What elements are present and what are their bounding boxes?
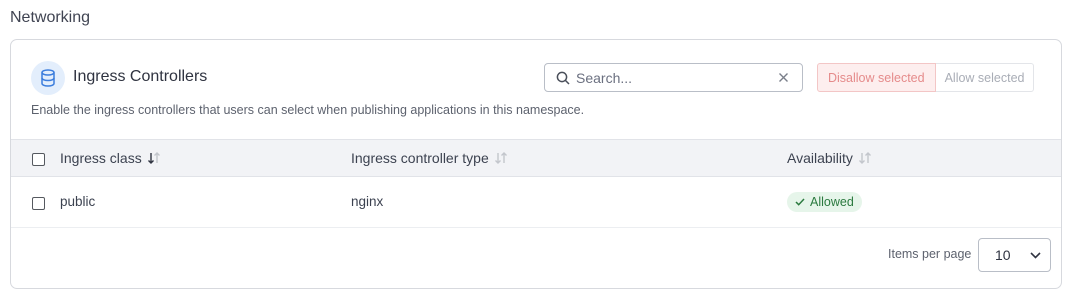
row-checkbox[interactable] [32,197,45,210]
cell-ingress-class: public [60,194,96,209]
select-all-checkbox[interactable] [32,153,45,166]
sort-icon [494,152,508,164]
cell-ingress-controller-type: nginx [351,194,384,209]
card-title: Ingress Controllers [73,68,208,85]
clear-search-icon[interactable] [778,72,789,83]
check-icon [795,198,805,206]
table-row[interactable]: public nginx Allowed [11,177,1061,228]
card-header: Ingress Controllers Enable the ingress c… [11,40,1061,140]
column-label: Ingress controller type [351,150,489,166]
ingress-controllers-card: Ingress Controllers Enable the ingress c… [10,39,1062,289]
card-description: Enable the ingress controllers that user… [31,103,585,117]
search-input[interactable] [570,64,778,91]
column-header-ingress-controller-type[interactable]: Ingress controller type [351,150,508,166]
table-footer: Items per page 10 [11,228,1061,288]
status-badge: Allowed [787,192,862,212]
search-icon [556,71,570,85]
column-label: Availability [787,150,853,166]
allow-selected-button[interactable]: Allow selected [935,63,1035,92]
chevron-down-icon [1030,251,1041,259]
items-per-page-select[interactable]: 10 [978,238,1051,272]
table-header: Ingress class Ingress controller type Av… [11,139,1061,177]
column-header-ingress-class[interactable]: Ingress class [60,150,161,166]
search-box [544,63,803,92]
column-header-availability[interactable]: Availability [787,150,872,166]
sort-desc-icon [147,152,161,164]
disallow-selected-button[interactable]: Disallow selected [817,63,936,92]
section-title: Networking [10,9,91,26]
status-badge-label: Allowed [810,195,854,209]
database-icon [31,61,65,95]
items-per-page-label: Items per page [888,247,972,261]
items-per-page-value: 10 [995,247,1011,263]
bulk-actions: Disallow selected Allow selected [817,63,1035,92]
sort-icon [858,152,872,164]
column-label: Ingress class [60,150,142,166]
